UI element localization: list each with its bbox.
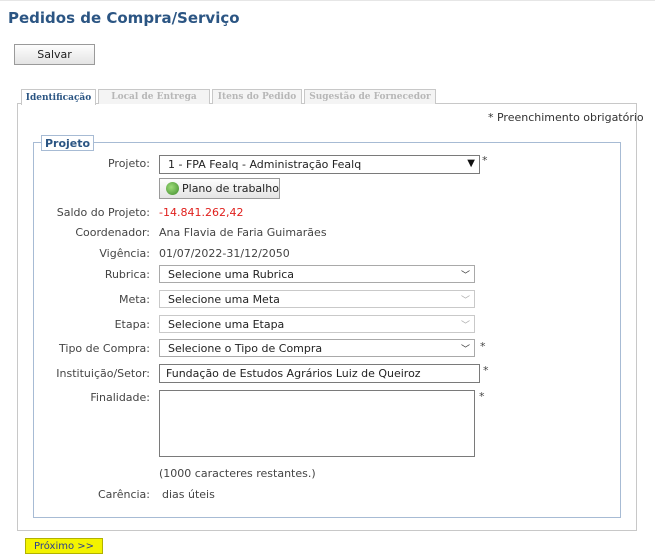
plano-de-trabalho-button[interactable]: Plano de trabalho <box>159 178 280 199</box>
saldo-label: Saldo do Projeto: <box>56 206 150 219</box>
projeto-required-mark: * <box>482 154 488 167</box>
rubrica-select[interactable]: Selecione uma Rubrica ﹀ <box>159 265 475 283</box>
next-button[interactable]: Próximo >> <box>25 538 103 554</box>
chevron-down-icon: ﹀ <box>460 271 470 281</box>
meta-selected: Selecione uma Meta <box>168 292 280 306</box>
tipo-compra-selected: Selecione o Tipo de Compra <box>168 341 323 355</box>
save-button[interactable]: Salvar <box>14 44 95 65</box>
instituicao-required-mark: * <box>483 364 489 377</box>
chevron-down-icon: ﹀ <box>460 296 470 306</box>
saldo-value: -14.841.262,42 <box>159 206 244 219</box>
triangle-down-icon[interactable]: ▼ <box>467 158 475 169</box>
vigencia-label: Vigência: <box>99 247 150 260</box>
tab-identificacao[interactable]: Identificação <box>21 89 96 105</box>
chevron-down-icon: ﹀ <box>460 345 470 355</box>
vigencia-value: 01/07/2022-31/12/2050 <box>159 247 290 260</box>
chevron-down-icon: ﹀ <box>460 321 470 331</box>
coordenador-value: Ana Flavia de Faria Guimarães <box>159 226 327 239</box>
finalidade-label: Finalidade: <box>90 391 150 404</box>
tipo-compra-required-mark: * <box>480 340 486 353</box>
projeto-legend: Projeto <box>41 135 94 151</box>
finalidade-textarea[interactable] <box>159 390 475 457</box>
page-title: Pedidos de Compra/Serviço <box>8 9 240 27</box>
finalidade-remaining: (1000 caracteres restantes.) <box>159 467 316 480</box>
carencia-value: dias úteis <box>162 488 215 501</box>
meta-label: Meta: <box>118 293 150 306</box>
instituicao-field[interactable]: Fundação de Estudos Agrários Luiz de Que… <box>159 364 480 383</box>
etapa-select[interactable]: Selecione uma Etapa ﹀ <box>159 315 475 333</box>
meta-select[interactable]: Selecione uma Meta ﹀ <box>159 290 475 308</box>
etapa-label: Etapa: <box>114 318 150 331</box>
tab-sugestao-de-fornecedor[interactable]: Sugestão de Fornecedor <box>304 89 436 104</box>
rubrica-selected: Selecione uma Rubrica <box>168 267 295 281</box>
tipo-compra-label: Tipo de Compra: <box>59 342 150 355</box>
tab-local-de-entrega[interactable]: Local de Entrega <box>98 89 210 104</box>
tab-itens-do-pedido[interactable]: Itens do Pedido <box>212 89 302 104</box>
etapa-selected: Selecione uma Etapa <box>168 317 285 331</box>
finalidade-required-mark: * <box>479 390 485 403</box>
plano-icon <box>166 182 179 195</box>
instituicao-label: Instituição/Setor: <box>56 367 150 380</box>
projeto-combobox[interactable]: 1 - FPA Fealq - Administração Fealq ▼ <box>159 155 480 174</box>
tipo-compra-select[interactable]: Selecione o Tipo de Compra ﹀ <box>159 339 475 357</box>
required-note: * Preenchimento obrigatório <box>488 111 644 124</box>
carencia-label: Carência: <box>98 488 150 501</box>
projeto-label: Projeto: <box>107 157 150 170</box>
rubrica-label: Rubrica: <box>104 268 150 281</box>
top-divider <box>0 0 655 1</box>
projeto-value: 1 - FPA Fealq - Administração Fealq <box>168 158 362 171</box>
tab-bar: Identificação Local de Entrega Itens do … <box>17 89 637 105</box>
coordenador-label: Coordenador: <box>75 226 150 239</box>
plano-de-trabalho-label: Plano de trabalho <box>182 182 279 195</box>
